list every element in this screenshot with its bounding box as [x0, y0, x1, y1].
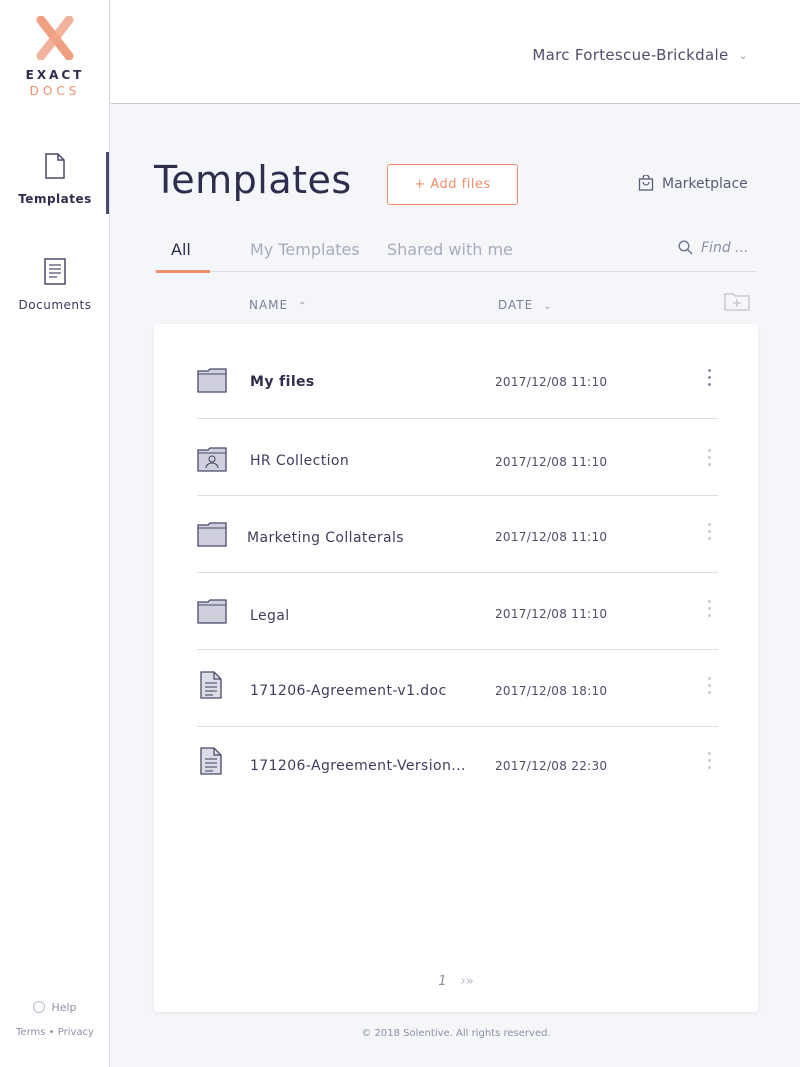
- file-date: 2017/12/08 11:10: [495, 455, 608, 469]
- page-title: Templates: [154, 158, 352, 202]
- marketplace-link[interactable]: Marketplace: [638, 174, 748, 192]
- active-indicator: [106, 152, 109, 214]
- file-date: 2017/12/08 11:10: [495, 607, 608, 621]
- top-header: Marc Fortescue-Brickdale ⌄: [111, 0, 800, 104]
- more-options-icon[interactable]: [706, 752, 712, 773]
- folder-icon: [197, 599, 227, 624]
- help-link[interactable]: Help: [0, 1001, 110, 1014]
- marketplace-label: Marketplace: [662, 176, 748, 192]
- page-number[interactable]: 1: [438, 974, 446, 989]
- help-icon: [33, 1001, 46, 1013]
- more-options-icon[interactable]: [706, 677, 712, 698]
- file-name: Marketing Collaterals: [247, 530, 404, 546]
- column-date-label: DATE: [498, 298, 534, 312]
- file-row[interactable]: 171206-Agreement-Version... 2017/12/08 2…: [197, 727, 718, 804]
- new-folder-button[interactable]: [724, 291, 750, 315]
- file-name: 171206-Agreement-Version...: [250, 758, 466, 774]
- separator: •: [48, 1027, 55, 1038]
- legal-links: Terms • Privacy: [0, 1027, 110, 1038]
- file-name: My files: [250, 374, 315, 390]
- copyright: © 2018 Solentive. All rights reserved.: [361, 1028, 551, 1039]
- pagination: 1 ›»: [154, 974, 758, 989]
- column-name-label: NAME: [249, 298, 289, 312]
- sidebar-item-documents[interactable]: Documents: [0, 258, 110, 312]
- user-menu[interactable]: Marc Fortescue-Brickdale ⌄: [532, 46, 748, 64]
- file-date: 2017/12/08 22:30: [495, 759, 608, 773]
- file-row[interactable]: 171206-Agreement-v1.doc 2017/12/08 18:10: [197, 650, 718, 727]
- sidebar-item-label: Documents: [18, 298, 92, 312]
- add-folder-icon: [724, 293, 750, 311]
- file-list-card: My files 2017/12/08 11:10 HR Collection …: [154, 324, 758, 1012]
- more-options-icon[interactable]: [706, 369, 712, 390]
- search-input[interactable]: Find ...: [678, 240, 749, 256]
- tab-bar: All My Templates Shared with me Find ...: [154, 230, 756, 273]
- file-name: 171206-Agreement-v1.doc: [250, 683, 447, 699]
- logo-text-exact: EXACT: [25, 68, 85, 82]
- privacy-link[interactable]: Privacy: [58, 1027, 94, 1038]
- file-date: 2017/12/08 18:10: [495, 684, 608, 698]
- shared-folder-icon: [197, 447, 227, 472]
- column-header-name[interactable]: NAME ⌃: [249, 298, 308, 312]
- shopping-bag-icon: [638, 174, 654, 191]
- document-icon: [200, 747, 222, 775]
- sort-down-icon: ⌄: [543, 301, 553, 312]
- file-row[interactable]: Legal 2017/12/08 11:10: [197, 573, 718, 650]
- sidebar-item-templates[interactable]: Templates: [0, 152, 110, 206]
- file-row[interactable]: Marketing Collaterals 2017/12/08 11:10: [197, 496, 718, 573]
- add-files-button[interactable]: + Add files: [387, 164, 518, 205]
- tab-all[interactable]: All: [171, 240, 191, 259]
- more-options-icon[interactable]: [706, 523, 712, 544]
- file-name: HR Collection: [250, 453, 350, 469]
- file-name: Legal: [250, 608, 290, 624]
- terms-link[interactable]: Terms: [16, 1027, 45, 1038]
- document-lines-icon: [44, 258, 66, 285]
- user-name: Marc Fortescue-Brickdale: [532, 46, 729, 64]
- more-options-icon[interactable]: [706, 449, 712, 470]
- document-icon: [45, 153, 65, 179]
- folder-icon: [197, 368, 227, 393]
- sidebar-item-label: Templates: [18, 192, 92, 206]
- file-date: 2017/12/08 11:10: [495, 375, 608, 389]
- sort-up-icon: ⌃: [298, 301, 308, 312]
- tab-my-templates[interactable]: My Templates: [250, 240, 360, 259]
- active-tab-underline: [156, 270, 210, 273]
- file-date: 2017/12/08 11:10: [495, 530, 608, 544]
- search-placeholder: Find ...: [701, 240, 749, 256]
- file-row[interactable]: HR Collection 2017/12/08 11:10: [197, 419, 718, 496]
- logo-text-docs: DOCS: [29, 84, 81, 98]
- logo-x-icon: [36, 16, 74, 60]
- folder-icon: [197, 522, 227, 547]
- file-row[interactable]: My files 2017/12/08 11:10: [197, 342, 718, 419]
- tab-shared-with-me[interactable]: Shared with me: [387, 240, 513, 259]
- more-options-icon[interactable]: [706, 600, 712, 621]
- document-icon: [200, 671, 222, 699]
- sidebar: EXACT DOCS Templates Documents Help Term…: [0, 0, 110, 1067]
- brand-logo[interactable]: EXACT DOCS: [20, 16, 90, 102]
- search-icon: [678, 240, 693, 255]
- column-header-date[interactable]: DATE ⌄: [498, 298, 553, 312]
- last-page-icon[interactable]: »: [466, 974, 474, 989]
- help-label: Help: [51, 1001, 77, 1014]
- chevron-down-icon: ⌄: [738, 49, 748, 62]
